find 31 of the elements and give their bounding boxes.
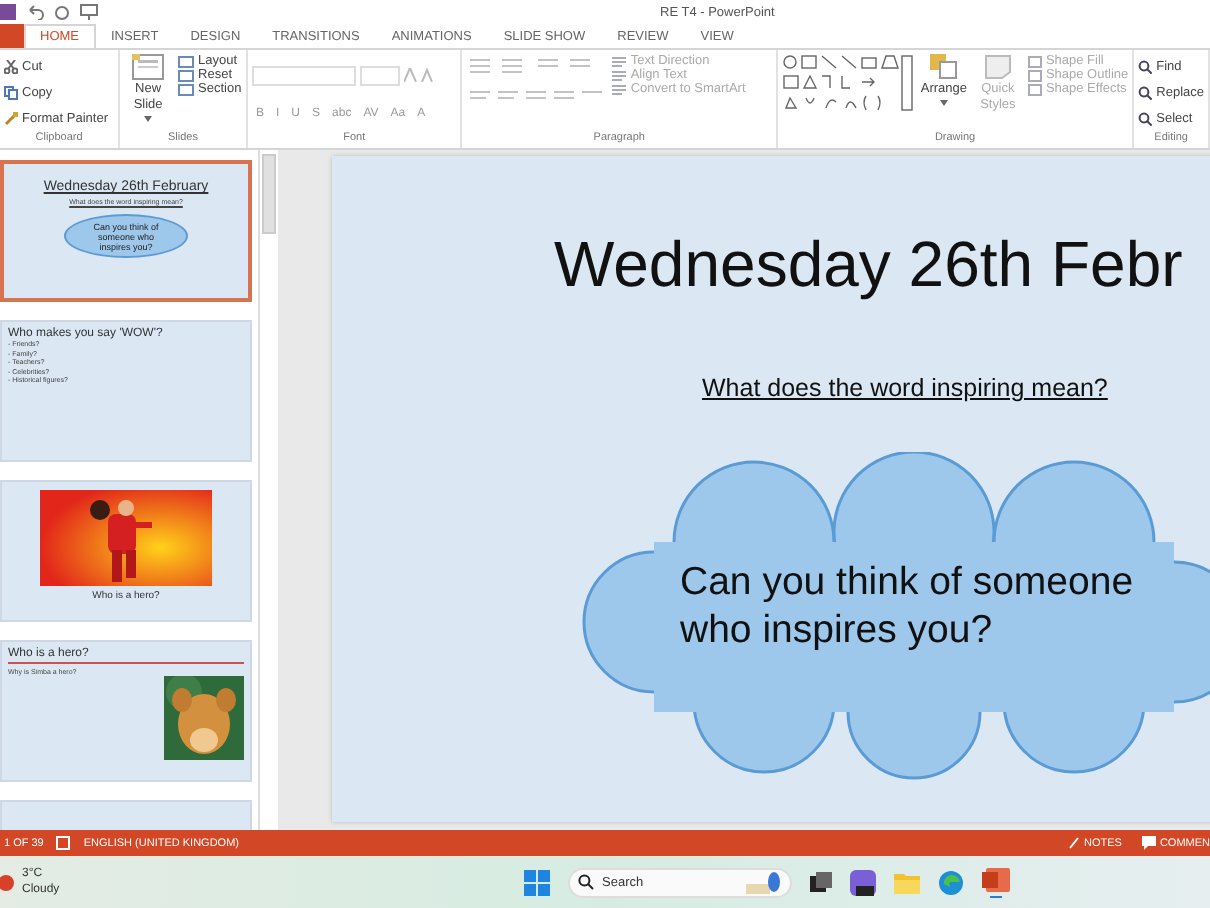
spellcheck-icon[interactable]: [55, 836, 72, 850]
slideshow-icon[interactable]: [80, 4, 98, 20]
caret-icon: [939, 100, 948, 106]
start-icon[interactable]: [524, 869, 550, 895]
magnifier-icon: [1138, 112, 1153, 126]
cloud-text: Can you think of someone: [680, 558, 1134, 606]
arrange-icon: [929, 54, 958, 80]
font-name-field[interactable]: [251, 65, 356, 86]
search-icon: [578, 874, 594, 890]
slide-title: Wednesday 26th Febr: [554, 228, 1183, 302]
scissors-icon: [4, 60, 18, 74]
magnifier-icon: [1138, 60, 1153, 74]
shapes-gallery-icon[interactable]: [781, 54, 914, 114]
undo-icon[interactable]: [26, 4, 44, 20]
caret-icon: [144, 116, 153, 122]
brush-icon: [4, 112, 18, 126]
notes-icon: [1067, 836, 1080, 850]
search-highlight-icon: [746, 871, 782, 893]
weather-icon[interactable]: [0, 873, 18, 891]
quick-styles-icon: [983, 54, 1012, 80]
scrollbar-thumb[interactable]: [262, 154, 276, 234]
comment-icon: [1141, 836, 1156, 850]
browser-icon[interactable]: [938, 869, 964, 895]
new-slide-icon: [132, 54, 165, 80]
cloud-text: who inspires you?: [680, 606, 995, 654]
app-icon[interactable]: [850, 869, 876, 895]
magnifier-icon: [1138, 86, 1153, 100]
task-view-icon[interactable]: [810, 871, 832, 893]
slide-subtitle: What does the word inspiring mean?: [702, 374, 1108, 402]
font-size-field[interactable]: [359, 65, 400, 86]
presentation-app-icon[interactable]: [982, 867, 1010, 897]
